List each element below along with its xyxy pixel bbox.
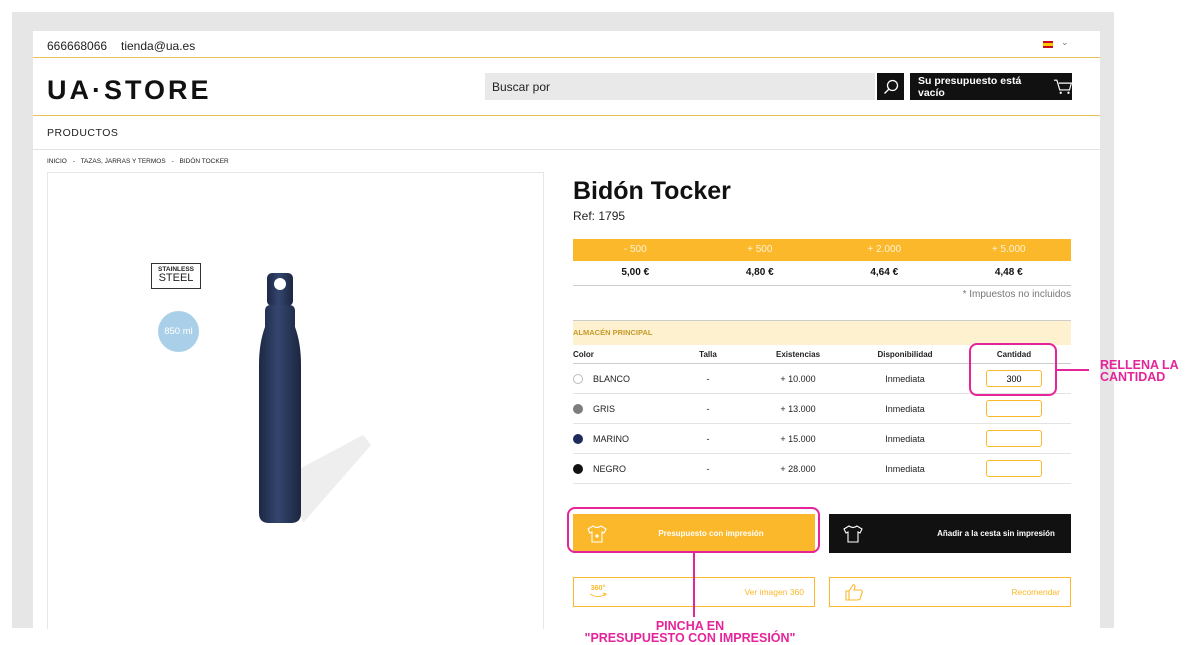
- breadcrumb-separator: -: [171, 158, 174, 165]
- col-disponibilidad: Disponibilidad: [877, 349, 933, 359]
- stainless-steel-badge: STAINLESS STEEL: [151, 263, 201, 289]
- cart-label: Su presupuesto está vacío: [918, 74, 1022, 99]
- search-button[interactable]: [877, 73, 904, 100]
- stock-row: NEGRO - + 28.000 Inmediata: [573, 454, 1071, 484]
- talla: -: [706, 433, 710, 444]
- talla: -: [706, 463, 710, 474]
- print-quote-highlight-ring: [567, 507, 820, 553]
- col-existencias: Existencias: [775, 349, 821, 359]
- divider: [33, 149, 1100, 150]
- existencias: + 15.000: [780, 433, 816, 444]
- color-swatch: [573, 463, 583, 474]
- price-value: 5,00 €: [621, 267, 650, 278]
- breadcrumb-separator: -: [72, 158, 75, 165]
- breadcrumb: INICIO - TAZAS, JARRAS Y TERMOS - BIDÓN …: [47, 158, 233, 165]
- talla: -: [706, 373, 710, 384]
- tshirt-icon: [843, 524, 863, 543]
- price-table: - 500 + 500 + 2.000 + 5.000 5,00 € 4,80 …: [573, 239, 1071, 300]
- cart-icon: [1053, 79, 1072, 94]
- product-ref: Ref: 1795: [573, 209, 626, 223]
- col-talla: Talla: [699, 349, 717, 359]
- add-to-cart-label: Añadir a la cesta sin impresión: [937, 529, 1055, 538]
- disponibilidad: Inmediata: [885, 373, 925, 384]
- quantity-input-gris[interactable]: [986, 400, 1042, 417]
- breadcrumb-category[interactable]: TAZAS, JARRAS Y TERMOS: [81, 158, 166, 165]
- breadcrumb-current: BIDÓN TOCKER: [179, 158, 229, 165]
- col-color: Color: [573, 349, 594, 359]
- recommend-label: Recomendar: [1011, 587, 1060, 597]
- product-title: Bidón Tocker: [573, 177, 731, 205]
- search-input[interactable]: [485, 73, 875, 100]
- spain-flag-icon[interactable]: [1043, 41, 1053, 48]
- color-swatch: [573, 433, 583, 444]
- product-image-panel[interactable]: STAINLESS STEEL 850 ml: [47, 172, 544, 629]
- divider: [33, 115, 1100, 116]
- view-360-label: Ver imagen 360: [744, 587, 804, 597]
- color-name: NEGRO: [593, 463, 627, 474]
- quantity-input-negro[interactable]: [986, 460, 1042, 477]
- annotation-connector: [693, 553, 695, 617]
- talla: -: [706, 403, 710, 414]
- print-quote-annotation: PINCHA EN "PRESUPUESTO CON IMPRESIÓN": [584, 619, 796, 645]
- quote-cart-button[interactable]: Su presupuesto está vacío: [910, 73, 1072, 100]
- color-name: BLANCO: [593, 373, 631, 384]
- color-name: MARINO: [593, 433, 629, 444]
- top-bar: 666668066 tienda@ua.es ⌄: [33, 31, 1100, 57]
- disponibilidad: Inmediata: [885, 403, 925, 414]
- stock-row: GRIS - + 13.000 Inmediata: [573, 394, 1071, 424]
- quantity-annotation: RELLENA LA CANTIDAD: [1100, 358, 1179, 384]
- chevron-down-icon[interactable]: ⌄: [1061, 37, 1069, 48]
- price-value: 4,80 €: [745, 267, 774, 278]
- stock-row: MARINO - + 15.000 Inmediata: [573, 424, 1071, 454]
- capacity-badge: 850 ml: [158, 311, 199, 352]
- color-name: GRIS: [593, 403, 616, 414]
- quantity-highlight-ring: [969, 343, 1057, 396]
- existencias: + 28.000: [780, 463, 816, 474]
- price-tier: - 500: [623, 244, 647, 255]
- nav-productos[interactable]: PRODUCTOS: [47, 127, 118, 139]
- add-to-cart-button[interactable]: Añadir a la cesta sin impresión: [829, 514, 1071, 553]
- email-link[interactable]: tienda@ua.es: [121, 39, 195, 53]
- existencias: + 10.000: [780, 373, 816, 384]
- price-value: 4,64 €: [870, 267, 899, 278]
- phone-link[interactable]: 666668066: [47, 39, 107, 53]
- warehouse-title: ALMACÉN PRINCIPAL: [573, 320, 1071, 345]
- quantity-input-marino[interactable]: [986, 430, 1042, 447]
- divider: [33, 57, 1100, 58]
- price-tier: + 5.000: [991, 244, 1026, 255]
- disponibilidad: Inmediata: [885, 433, 925, 444]
- price-tiers: - 500 + 500 + 2.000 + 5.000: [573, 239, 1071, 261]
- bottle-image: [259, 273, 371, 523]
- breadcrumb-home[interactable]: INICIO: [47, 158, 67, 165]
- search-icon: [883, 79, 898, 94]
- badge-line2: STEEL: [158, 272, 194, 284]
- color-swatch: [573, 403, 583, 414]
- color-swatch: [573, 373, 583, 384]
- tax-note: * Impuestos no incluidos: [962, 289, 1071, 300]
- price-tier: + 500: [747, 244, 773, 255]
- recommend-button[interactable]: Recomendar: [829, 577, 1071, 607]
- disponibilidad: Inmediata: [885, 463, 925, 474]
- rotate-360-icon: 360°: [580, 585, 616, 599]
- thumbs-up-icon: [845, 584, 863, 601]
- price-value: 4,48 €: [994, 267, 1023, 278]
- price-values: 5,00 € 4,80 € 4,64 € 4,48 €: [573, 261, 1071, 286]
- price-tier: + 2.000: [867, 244, 902, 255]
- existencias: + 13.000: [780, 403, 816, 414]
- store-logo[interactable]: UA·STORE: [47, 75, 212, 106]
- annotation-connector: [1057, 369, 1089, 371]
